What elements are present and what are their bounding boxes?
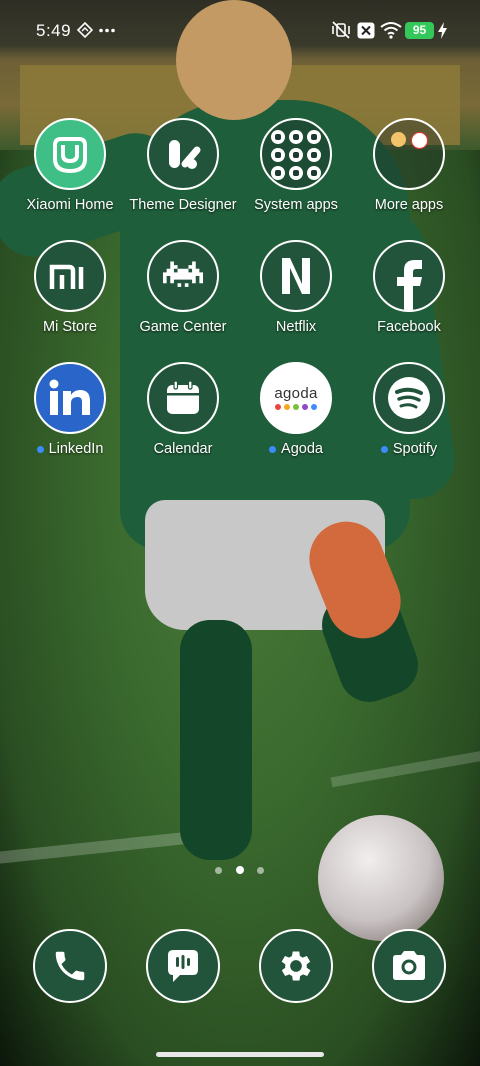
new-install-dot: [380, 445, 388, 453]
page-dot-active[interactable]: [236, 866, 244, 874]
app-xiaomi-home[interactable]: Xiaomi Home: [14, 118, 126, 213]
page-dot[interactable]: [257, 867, 264, 874]
app-label: LinkedIn: [48, 441, 104, 457]
app-linkedin[interactable]: LinkedIn: [14, 362, 126, 457]
app-netflix[interactable]: Netflix: [240, 240, 352, 335]
dock-messages[interactable]: [127, 929, 239, 1003]
gesture-nav-handle[interactable]: [156, 1052, 324, 1057]
spotify-icon: [373, 362, 445, 434]
app-spotify[interactable]: Spotify: [353, 362, 465, 457]
app-label: Game Center: [139, 319, 227, 335]
settings-icon: [259, 929, 333, 1003]
status-bar: 5:49 95: [0, 0, 480, 60]
app-label: Mi Store: [43, 319, 97, 335]
more-dots-icon: [99, 28, 115, 33]
agoda-icon: agoda: [260, 362, 332, 434]
folder-more-apps[interactable]: More apps: [353, 118, 465, 213]
app-label: More apps: [374, 197, 444, 213]
app-label: Facebook: [377, 319, 441, 335]
dock-settings[interactable]: [240, 929, 352, 1003]
phone-icon: [33, 929, 107, 1003]
xiaomi-home-icon: [34, 118, 106, 190]
app-label: System apps: [254, 197, 338, 213]
app-label: Calendar: [153, 441, 213, 457]
messages-icon: [146, 929, 220, 1003]
camera-icon: [372, 929, 446, 1003]
theme-designer-icon: [147, 118, 219, 190]
navigation-diamond-icon: [77, 22, 93, 38]
mute-vibrate-icon: [331, 21, 351, 39]
dock-phone[interactable]: [14, 929, 126, 1003]
netflix-icon: [260, 240, 332, 312]
wifi-icon: [380, 21, 402, 39]
app-label: Netflix: [275, 319, 317, 335]
new-install-dot: [36, 445, 44, 453]
app-label: Spotify: [392, 441, 438, 457]
app-game-center[interactable]: Game Center: [127, 240, 239, 335]
new-install-dot: [269, 445, 277, 453]
app-label: Theme Designer: [129, 197, 237, 213]
sim-x-icon: [357, 22, 375, 39]
app-agoda[interactable]: agoda Agoda: [240, 362, 352, 457]
system-apps-folder-icon: [260, 118, 332, 190]
battery-icon: 95: [405, 22, 434, 39]
app-mi-store[interactable]: Mi Store: [14, 240, 126, 335]
calendar-icon: [147, 362, 219, 434]
mi-store-icon: [34, 240, 106, 312]
agoda-logo-text: agoda: [274, 385, 318, 402]
facebook-icon: [373, 240, 445, 312]
charging-bolt-icon: [438, 22, 447, 44]
page-dot[interactable]: [215, 867, 222, 874]
app-label: Xiaomi Home: [26, 197, 114, 213]
app-facebook[interactable]: Facebook: [353, 240, 465, 335]
app-calendar[interactable]: Calendar: [127, 362, 239, 457]
app-label: Agoda: [281, 441, 323, 457]
linkedin-icon: [34, 362, 106, 434]
game-center-icon: [147, 240, 219, 312]
status-time: 5:49: [36, 21, 72, 40]
folder-system-apps[interactable]: System apps: [240, 118, 352, 213]
dock-camera[interactable]: [353, 929, 465, 1003]
page-indicator[interactable]: [214, 866, 266, 876]
app-theme-designer[interactable]: Theme Designer: [127, 118, 239, 213]
more-apps-folder-icon: [373, 118, 445, 190]
